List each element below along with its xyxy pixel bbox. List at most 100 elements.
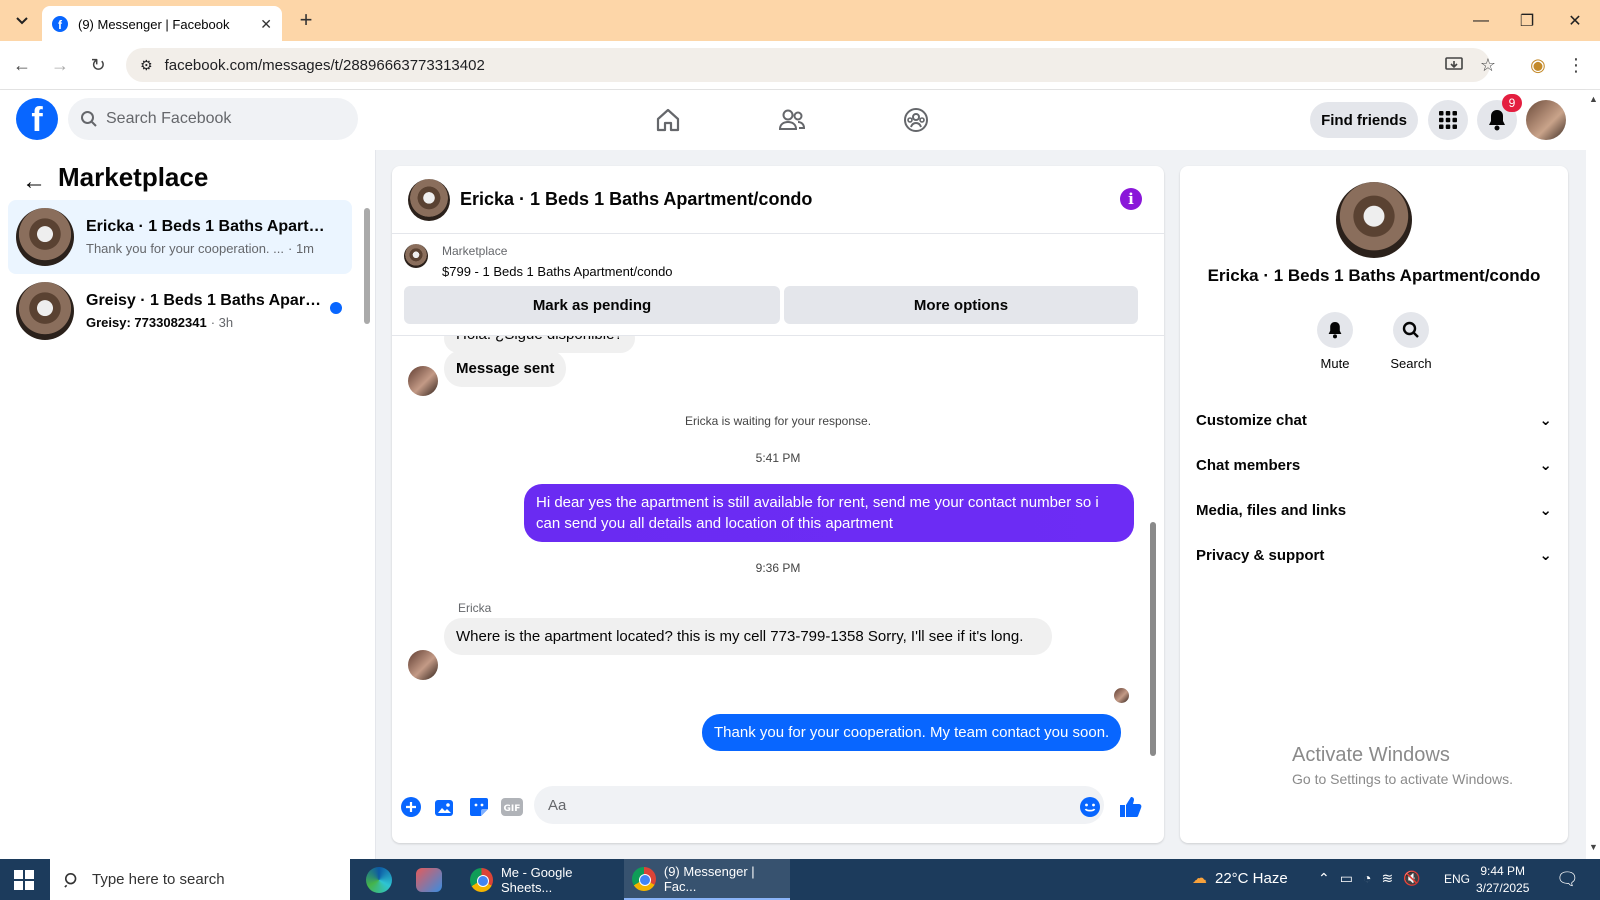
conversation-item-ericka[interactable]: Ericka · 1 Beds 1 Baths Apartmen... Than… <box>8 200 352 274</box>
search-conversation-button[interactable]: Search <box>1376 312 1446 371</box>
back-arrow-icon[interactable]: ← <box>22 168 46 196</box>
profile-icon[interactable]: ◉ <box>1526 53 1550 77</box>
tab-search-chevron-icon[interactable] <box>10 9 34 33</box>
taskbar-clock[interactable]: 9:44 PM 3/27/2025 <box>1476 863 1529 897</box>
network-icon[interactable]: ◔ <box>1363 870 1371 887</box>
profile-thumbnail[interactable] <box>1336 182 1412 258</box>
chat-avatar[interactable] <box>408 178 450 221</box>
sender-avatar <box>408 366 438 396</box>
bookmark-star-icon[interactable]: ☆ <box>1476 53 1500 77</box>
chevron-up-icon[interactable]: ⌃ <box>1318 870 1330 887</box>
chrome-icon <box>470 867 493 892</box>
system-tray[interactable]: ⌃ ▭ ◔ ≋ 🔇 <box>1318 870 1421 887</box>
message-bubble-outgoing: Hi dear yes the apartment is still avail… <box>524 484 1134 542</box>
customize-chat-row[interactable]: Customize chat ⌄ <box>1196 398 1552 442</box>
listing-thumbnail <box>16 208 74 266</box>
taskbar-messenger-chrome[interactable]: (9) Messenger | Fac... <box>624 859 790 900</box>
window-minimize-icon[interactable]: — <box>1466 8 1496 34</box>
home-icon[interactable] <box>648 100 688 140</box>
chevron-down-icon: ⌄ <box>1539 457 1552 474</box>
language-indicator[interactable]: ENG <box>1444 872 1470 886</box>
chat-title[interactable]: Ericka · 1 Beds 1 Baths Apartment/condo <box>460 189 812 210</box>
conversation-info-icon[interactable]: i <box>1120 188 1142 210</box>
wifi-icon[interactable]: ≋ <box>1381 870 1393 887</box>
activate-windows-watermark: Activate Windows Go to Settings to activ… <box>1292 744 1513 787</box>
friends-icon[interactable] <box>772 100 812 140</box>
listing-title[interactable]: $799 - 1 Beds 1 Baths Apartment/condo <box>442 264 673 279</box>
listing-thumbnail[interactable] <box>404 244 428 268</box>
edge-browser-icon[interactable] <box>366 867 392 893</box>
timestamp: 5:41 PM <box>755 451 801 465</box>
forward-arrow-icon[interactable]: → <box>48 53 72 77</box>
chevron-down-icon: ⌄ <box>1539 502 1552 519</box>
page-scrollbar[interactable]: ▲ ▼ <box>1586 90 1600 859</box>
windows-taskbar: Type here to search Me - Google Sheets..… <box>0 859 1600 900</box>
browser-tab-bar: f (9) Messenger | Facebook ✕ + — ❐ ✕ <box>0 0 1600 42</box>
more-actions-plus-icon[interactable] <box>398 794 424 820</box>
groups-icon[interactable] <box>896 100 936 140</box>
listing-category: Marketplace <box>442 244 508 258</box>
reload-icon[interactable]: ↻ <box>86 53 110 77</box>
url-field[interactable]: ⚙ facebook.com/messages/t/28896663773313… <box>126 48 1490 82</box>
privacy-support-row[interactable]: Privacy & support ⌄ <box>1196 533 1552 577</box>
chat-details-panel: Ericka · 1 Beds 1 Baths Apartment/condo … <box>1180 166 1568 843</box>
search-label: Search <box>1390 356 1432 371</box>
window-restore-icon[interactable]: ❐ <box>1512 8 1542 34</box>
facebook-header: f Search Facebook Find friends 9 <box>0 90 1586 150</box>
message-input[interactable]: Aa <box>534 786 1104 824</box>
message-bubble-outgoing: Thank you for your cooperation. My team … <box>702 714 1122 751</box>
install-app-icon[interactable] <box>1442 53 1466 77</box>
more-options-button[interactable]: More options <box>784 286 1138 324</box>
weather-icon: ☁ <box>1192 870 1207 887</box>
account-avatar[interactable] <box>1526 100 1566 140</box>
conversation-time: · 3h <box>210 315 234 330</box>
chat-scrollbar[interactable] <box>1150 522 1156 756</box>
message-composer: GIF Aa <box>392 774 1164 843</box>
like-thumbs-up-icon[interactable] <box>1118 794 1144 820</box>
facebook-search-input[interactable]: Search Facebook <box>68 98 358 140</box>
chat-members-row[interactable]: Chat members ⌄ <box>1196 443 1552 487</box>
taskbar-weather[interactable]: ☁ 22°C Haze <box>1192 869 1288 888</box>
apps-menu-icon[interactable] <box>1428 100 1468 140</box>
notification-center-icon[interactable]: 🗨 <box>1556 869 1579 890</box>
search-placeholder: Search Facebook <box>106 110 232 127</box>
back-arrow-icon[interactable]: ← <box>10 53 34 77</box>
paint-app-icon[interactable] <box>416 868 442 892</box>
battery-icon[interactable]: ▭ <box>1340 870 1353 887</box>
conversations-scrollbar[interactable] <box>364 208 370 324</box>
sender-avatar <box>408 650 438 680</box>
tab-title: (9) Messenger | Facebook <box>78 16 230 32</box>
conversation-time: · 1m <box>288 241 314 256</box>
attach-photo-icon[interactable] <box>432 794 458 820</box>
scroll-up-arrow-icon[interactable]: ▲ <box>1589 94 1598 104</box>
taskbar-search-input[interactable]: Type here to search <box>50 859 350 900</box>
panel-title: Marketplace <box>58 162 209 192</box>
browser-tab-messenger[interactable]: f (9) Messenger | Facebook ✕ <box>42 6 282 42</box>
new-tab-plus-icon[interactable]: + <box>294 9 318 33</box>
tab-close-icon[interactable]: ✕ <box>260 16 272 33</box>
mute-label: Mute <box>1320 356 1350 371</box>
emoji-icon[interactable] <box>1077 794 1103 820</box>
facebook-favicon-icon: f <box>52 16 68 32</box>
browser-menu-icon[interactable]: ⋮ <box>1564 53 1588 77</box>
facebook-logo-icon[interactable]: f <box>16 98 58 140</box>
gif-icon[interactable]: GIF <box>499 794 525 820</box>
conversation-item-greisy[interactable]: Greisy · 1 Beds 1 Baths Apartm... Greisy… <box>8 274 352 348</box>
chrome-icon <box>632 866 656 891</box>
taskbar-google-sheets-chrome[interactable]: Me - Google Sheets... <box>462 859 622 900</box>
speaker-muted-icon[interactable]: 🔇 <box>1403 870 1420 887</box>
chevron-down-icon: ⌄ <box>1539 412 1552 429</box>
listing-thumbnail <box>16 282 74 340</box>
chevron-down-icon: ⌄ <box>1539 547 1552 564</box>
windows-start-icon[interactable] <box>14 870 34 890</box>
mark-as-pending-button[interactable]: Mark as pending <box>404 286 780 324</box>
mute-button[interactable]: Mute <box>1300 312 1370 371</box>
chat-header: Ericka · 1 Beds 1 Baths Apartment/condo <box>392 166 1164 234</box>
media-files-links-row[interactable]: Media, files and links ⌄ <box>1196 488 1552 532</box>
window-close-icon[interactable]: ✕ <box>1560 8 1590 34</box>
sticker-icon[interactable] <box>466 794 492 820</box>
find-friends-button[interactable]: Find friends <box>1310 102 1418 138</box>
details-name: Ericka · 1 Beds 1 Baths Apartment/condo <box>1207 266 1541 285</box>
site-info-icon[interactable]: ⚙ <box>140 57 153 74</box>
scroll-down-arrow-icon[interactable]: ▼ <box>1589 842 1598 852</box>
